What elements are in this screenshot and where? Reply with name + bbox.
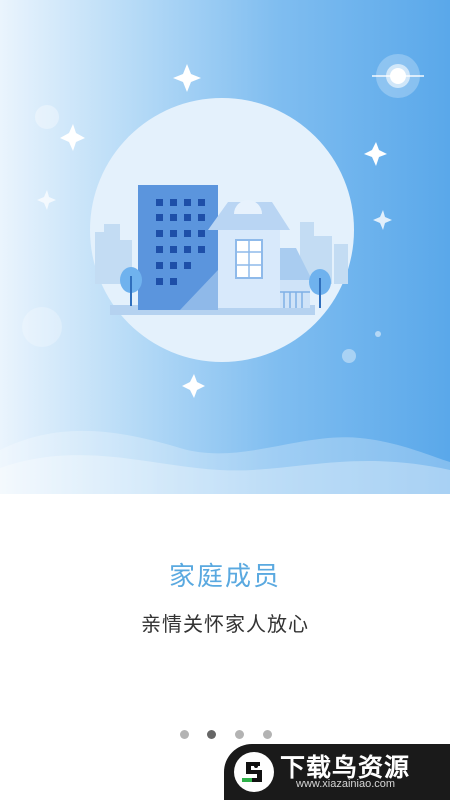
page-indicator — [0, 730, 450, 742]
page-dot[interactable] — [180, 730, 189, 739]
watermark-badge: 下载鸟资源 www.xiazainiao.com — [224, 744, 450, 800]
house-city-illustration — [0, 54, 450, 494]
page-dot-active[interactable] — [207, 730, 216, 739]
watermark-url: www.xiazainiao.com — [296, 778, 396, 790]
page-subtitle: 亲情关怀家人放心 — [141, 612, 309, 636]
page-dot[interactable] — [235, 730, 244, 739]
onboarding-illustration — [0, 0, 450, 494]
page-title: 家庭成员 — [168, 562, 281, 592]
page-dot[interactable] — [263, 730, 272, 739]
bird-logo-icon — [234, 752, 274, 792]
